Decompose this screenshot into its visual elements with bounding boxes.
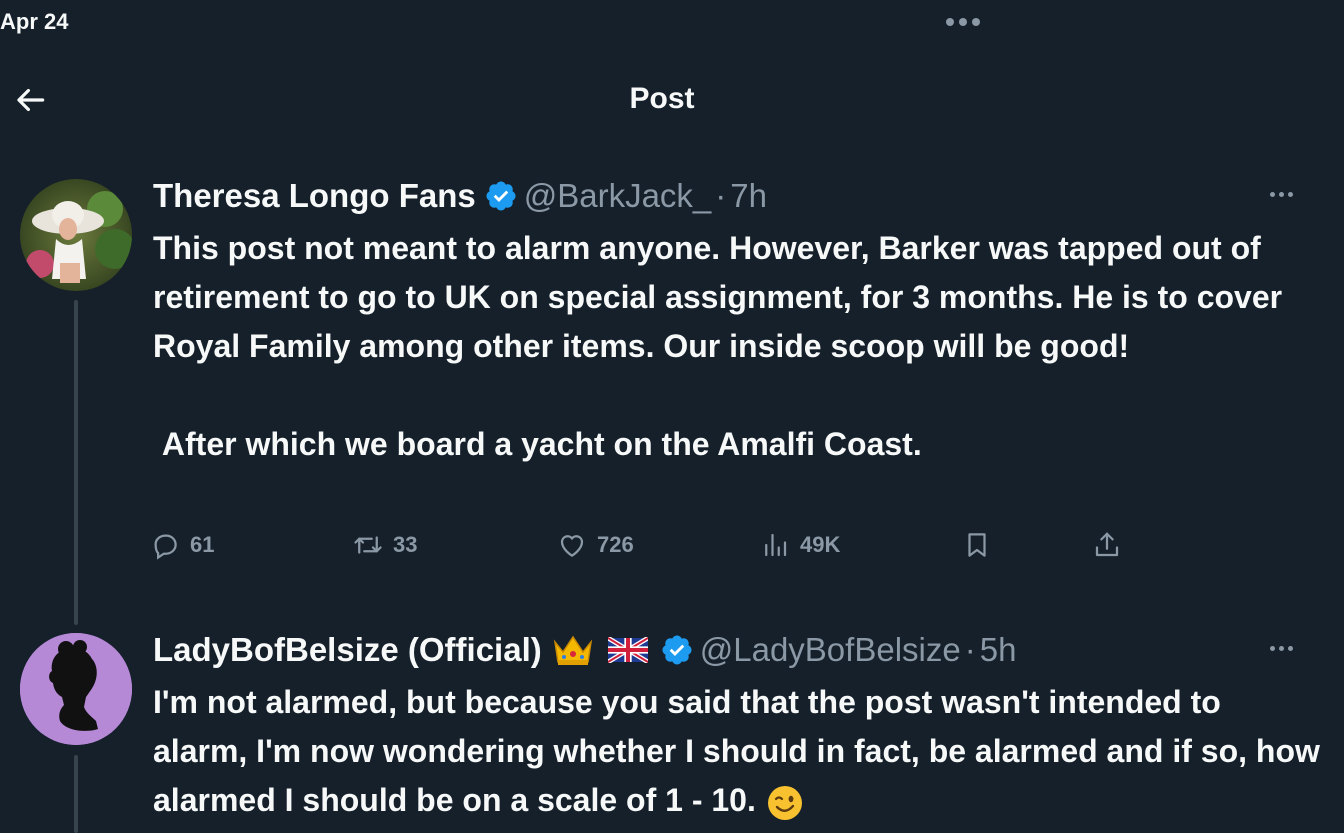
separator-dot: · bbox=[964, 631, 976, 668]
thread-line bbox=[74, 300, 78, 625]
avatar-photo bbox=[20, 179, 132, 291]
handle[interactable]: @LadyBofBelsize bbox=[700, 631, 961, 669]
action-bar: 61 33 726 49K bbox=[150, 530, 1150, 574]
views-count: 49K bbox=[800, 532, 841, 557]
bookmark-button[interactable] bbox=[962, 530, 992, 560]
repost-button[interactable]: 33 bbox=[353, 530, 417, 560]
reply-count: 61 bbox=[190, 532, 215, 557]
separator-dot: · bbox=[715, 177, 727, 214]
reply-icon bbox=[154, 534, 177, 560]
verified-badge-icon bbox=[662, 635, 692, 665]
share-icon bbox=[1095, 532, 1119, 557]
post-header: Theresa Longo Fans @BarkJack_ · 7h bbox=[153, 176, 767, 216]
thread-line bbox=[74, 755, 78, 833]
bookmark-icon bbox=[968, 533, 986, 557]
page-title-text: Post bbox=[629, 82, 695, 115]
more-options-icon[interactable] bbox=[1270, 192, 1293, 197]
winking-face-icon bbox=[767, 785, 802, 820]
avatar[interactable] bbox=[20, 633, 132, 745]
post-text: This post not meant to alarm anyone. How… bbox=[153, 230, 1283, 462]
silhouette-avatar-icon bbox=[20, 633, 132, 745]
status-bar: Apr 24 bbox=[0, 0, 1344, 48]
repost-icon bbox=[354, 536, 382, 554]
more-options-icon[interactable] bbox=[1270, 646, 1293, 651]
display-name[interactable]: LadyBofBelsize (Official) bbox=[153, 631, 542, 669]
post-time[interactable]: 7h bbox=[730, 177, 767, 215]
crown-icon bbox=[553, 635, 592, 665]
verified-badge-icon bbox=[486, 181, 516, 211]
post-text: I'm not alarmed, but because you said th… bbox=[153, 678, 1323, 825]
display-name[interactable]: Theresa Longo Fans bbox=[153, 177, 476, 215]
avatar[interactable] bbox=[20, 179, 132, 291]
reply-button[interactable]: 61 bbox=[150, 530, 214, 560]
like-button[interactable]: 726 bbox=[557, 530, 634, 560]
page-title: Post bbox=[0, 82, 1344, 116]
uk-flag-icon bbox=[607, 637, 648, 663]
handle[interactable]: @BarkJack_ bbox=[524, 177, 712, 215]
repost-count: 33 bbox=[393, 532, 418, 557]
post-header: LadyBofBelsize (Official) @LadyBofBelsiz… bbox=[153, 630, 1016, 670]
status-date: Apr 24 bbox=[0, 9, 69, 34]
like-count: 726 bbox=[597, 532, 634, 557]
header: Post bbox=[0, 70, 1344, 130]
heart-icon bbox=[560, 535, 584, 557]
views-button[interactable]: 49K bbox=[760, 530, 840, 560]
share-button[interactable] bbox=[1092, 530, 1122, 560]
post-time[interactable]: 5h bbox=[980, 631, 1017, 669]
analytics-icon bbox=[765, 533, 787, 557]
post-text-content: I'm not alarmed, but because you said th… bbox=[153, 684, 1329, 818]
multitasking-dots-icon[interactable] bbox=[946, 18, 980, 26]
